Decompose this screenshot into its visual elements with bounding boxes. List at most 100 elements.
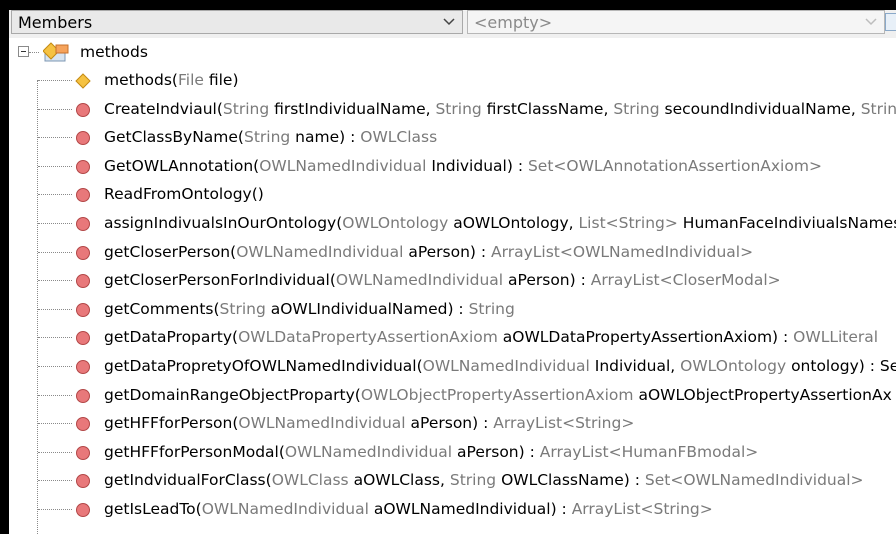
signature-tail: ) : xyxy=(472,414,494,433)
param-type: String xyxy=(243,128,291,147)
chevron-down-icon xyxy=(443,18,455,26)
param-name: HumanFaceIndiviualsNames xyxy=(677,214,896,232)
member-row[interactable]: getCloserPerson(OWLNamedIndividual aPers… xyxy=(9,238,896,266)
member-signature: getCloserPerson(OWLNamedIndividual aPers… xyxy=(104,238,753,266)
param-name: firstClassName, xyxy=(481,99,614,118)
navigator-panel: Members <empty> methods methods(File fil… xyxy=(0,0,896,534)
member-name: getCloserPerson( xyxy=(104,242,237,261)
member-name: getDataProparty( xyxy=(104,328,239,347)
member-row[interactable]: getHFFforPerson(OWLNamedIndividual aPers… xyxy=(9,409,896,437)
member-signature: getDataProparty(OWLDataPropertyAssertion… xyxy=(104,323,878,351)
member-row[interactable]: getHFFforPersonModal(OWLNamedIndividual … xyxy=(9,438,896,466)
member-row[interactable]: ReadFromOntology() xyxy=(9,180,896,208)
member-row[interactable]: getDomainRangeObjectProparty(OWLObjectPr… xyxy=(9,381,896,409)
member-row[interactable]: GetClassByName(String name) : OWLClass xyxy=(9,123,896,151)
members-dropdown-label: Members xyxy=(18,13,93,32)
param-type: String xyxy=(449,471,497,490)
circle-icon xyxy=(76,445,90,460)
circle-icon xyxy=(76,417,90,432)
member-name: CreateIndviaul( xyxy=(104,99,223,118)
circle-icon xyxy=(76,131,90,146)
param-name: aPerson xyxy=(403,242,470,261)
param-name: ontology xyxy=(786,357,859,375)
members-dropdown[interactable]: Members xyxy=(11,10,463,34)
signature-tail: ) : xyxy=(469,242,492,261)
member-row[interactable]: methods(File file) xyxy=(9,66,896,94)
param-name: firstIndividualName, xyxy=(269,99,436,118)
member-name: GetClassByName( xyxy=(104,128,244,147)
param-type: String xyxy=(219,299,266,318)
member-signature: assignIndivualsInOurOntology(OWLOntology… xyxy=(104,209,896,237)
circle-icon xyxy=(76,102,90,117)
member-row[interactable]: getCloserPersonForIndividual(OWLNamedInd… xyxy=(9,266,896,294)
param-type: File xyxy=(177,71,204,89)
return-type: ArrayList<String> xyxy=(493,414,635,433)
members-tree[interactable]: methods methods(File file) CreateIndviaul… xyxy=(9,38,896,534)
param-type: String xyxy=(222,99,270,118)
member-signature: methods(File file) xyxy=(104,66,239,94)
param-name: aPerson xyxy=(405,414,473,433)
return-type: OWLLiteral xyxy=(793,328,879,347)
diamond-icon xyxy=(75,73,91,89)
collapse-icon[interactable] xyxy=(18,46,29,57)
param-name: secoundIndividualName, xyxy=(659,99,861,118)
param-type: OWLNamedIndividual xyxy=(238,414,406,433)
member-row[interactable]: getIndvidualForClass(OWLClass aOWLClass,… xyxy=(9,466,896,494)
member-row[interactable]: getDataProparty(OWLDataPropertyAssertion… xyxy=(9,323,896,351)
param-name: aPerson xyxy=(452,442,519,461)
circle-icon xyxy=(76,360,90,374)
return-type: ArrayList<OWLNamedIndividual> xyxy=(491,242,754,261)
circle-icon xyxy=(76,274,90,289)
filter-dropdown-value: <empty> xyxy=(474,13,553,32)
param-name: aPerson xyxy=(503,271,570,290)
param-type: OWLNamedIndividual xyxy=(284,442,453,461)
return-type: Set<OWLAnnotationAssertionAxiom> xyxy=(527,156,822,175)
return-type: ArrayList<String> xyxy=(571,500,713,518)
signature-tail: ) : xyxy=(550,500,572,518)
param-name: aOWLClass, xyxy=(348,471,450,490)
param-type: String xyxy=(613,99,660,118)
param-type: OWLDataPropertyAssertionAxiom xyxy=(238,328,498,347)
param-name: aOWLOntology, xyxy=(448,214,579,232)
circle-icon xyxy=(76,188,90,203)
toolbar-button[interactable] xyxy=(885,13,896,31)
tree-root-node[interactable]: methods xyxy=(9,38,896,66)
param-name: file xyxy=(203,71,233,89)
member-row[interactable]: getIsLeadTo(OWLNamedIndividual aOWLNamed… xyxy=(9,495,896,523)
circle-icon xyxy=(76,331,90,346)
param-type: OWLObjectPropertyAssertionAxiom xyxy=(360,385,634,404)
circle-icon xyxy=(76,302,90,317)
member-row[interactable]: getComments(String aOWLIndividualNamed) … xyxy=(9,295,896,323)
param-name: Individual, xyxy=(589,357,681,375)
signature-tail: ) : xyxy=(569,271,591,290)
member-signature: getCloserPersonForIndividual(OWLNamedInd… xyxy=(104,266,781,294)
member-name: getHFFforPersonModal( xyxy=(104,442,285,461)
member-row[interactable]: assignIndivualsInOurOntology(OWLOntology… xyxy=(9,209,896,237)
param-type: OWLOntology xyxy=(342,214,449,232)
circle-icon xyxy=(76,388,90,403)
tree-root-label: methods xyxy=(80,43,148,61)
member-signature: ReadFromOntology() xyxy=(104,180,264,208)
param-name: OWLClassName xyxy=(496,471,624,490)
param-type: OWLNamedIndividual xyxy=(335,271,504,290)
param-type: OWLNamedIndividual xyxy=(422,357,590,375)
member-name: getHFFforPerson( xyxy=(104,414,239,433)
member-row[interactable]: getDataPropretyOfOWLNamedIndividual(OWLN… xyxy=(9,352,896,380)
navigator-toolbar: Members <empty> xyxy=(9,10,896,39)
member-name: getDataPropretyOfOWLNamedIndividual( xyxy=(104,357,423,375)
param-type: OWLNamedIndividual xyxy=(201,500,369,518)
return-type: Set<OWLNamedIndividual> xyxy=(644,471,864,490)
member-row[interactable]: CreateIndviaul(String firstIndividualNam… xyxy=(9,95,896,123)
circle-icon xyxy=(76,474,90,489)
param-name: aOWLObjectPropertyAssertionAx xyxy=(633,385,892,404)
return-type: ArrayList<CloserModal> xyxy=(590,271,781,290)
circle-icon xyxy=(76,245,90,260)
signature-tail: ) xyxy=(232,71,239,89)
member-signature: getIsLeadTo(OWLNamedIndividual aOWLNamed… xyxy=(104,495,713,523)
member-name: getComments( xyxy=(104,299,220,318)
member-row[interactable]: GetOWLAnnotation(OWLNamedIndividual Indi… xyxy=(9,152,896,180)
filter-dropdown[interactable]: <empty> xyxy=(467,10,885,34)
param-type: String xyxy=(860,99,896,118)
member-name: getIsLeadTo( xyxy=(104,500,202,518)
class-icon xyxy=(43,42,69,62)
